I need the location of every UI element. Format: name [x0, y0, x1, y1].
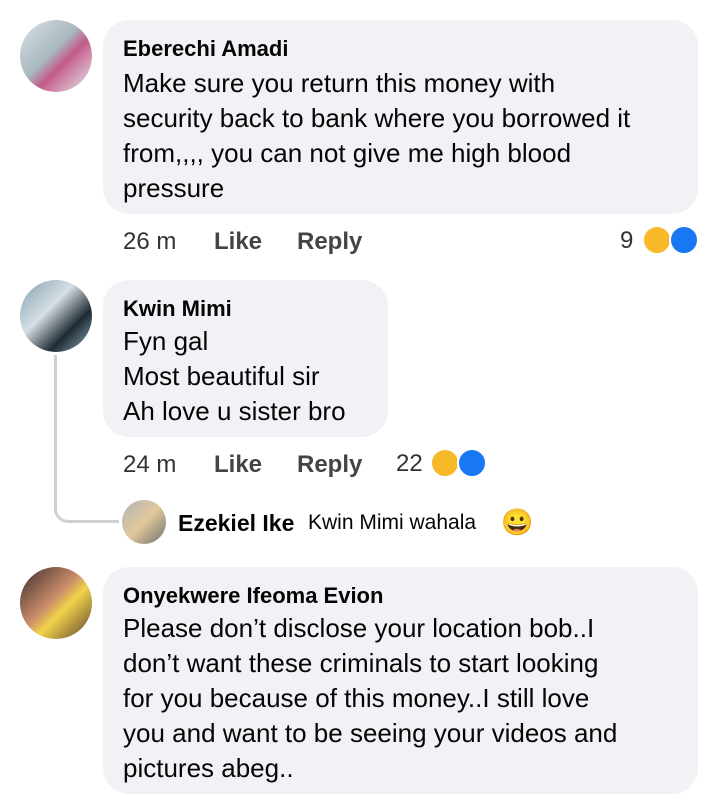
comment-author[interactable]: Eberechi Amadi — [123, 36, 288, 62]
reply-button[interactable]: Reply — [297, 228, 362, 256]
comment-bubble: Eberechi Amadi Make sure you return this… — [103, 20, 698, 214]
like-button[interactable]: Like — [214, 451, 262, 479]
avatar[interactable] — [20, 20, 92, 92]
haha-reaction-icon — [430, 448, 460, 478]
haha-reaction-icon — [642, 225, 672, 255]
comment-text-line: security back to bank where you borrowed… — [123, 103, 631, 133]
comment-text-line: Make sure you return this money with — [123, 68, 556, 98]
avatar[interactable] — [20, 280, 92, 352]
comment-text-line: pictures abeg.. — [123, 753, 294, 783]
comment-timestamp[interactable]: 24 m — [123, 451, 176, 479]
like-reaction-icon — [457, 448, 487, 478]
comment-text-line: for you because of this money..I still l… — [123, 683, 590, 713]
comment-author[interactable]: Kwin Mimi — [123, 296, 232, 322]
comment-text-line: pressure — [123, 173, 225, 203]
avatar[interactable] — [122, 500, 166, 544]
comment-text-line: don’t want these criminals to start look… — [123, 648, 599, 678]
reaction-count[interactable]: 22 — [396, 450, 423, 478]
comment-text-line: from,,,, you can not give me high blood — [123, 138, 572, 168]
avatar[interactable] — [20, 567, 92, 639]
grinning-emoji-icon: 😀 — [501, 507, 534, 537]
like-button[interactable]: Like — [214, 228, 262, 256]
comment-timestamp[interactable]: 26 m — [123, 228, 176, 256]
reaction-count[interactable]: 9 — [620, 227, 633, 255]
comment-author[interactable]: Onyekwere Ifeoma Evion — [123, 583, 383, 609]
comment-text-line: Ah love u sister bro — [123, 396, 346, 426]
comment-text-line: Fyn gal — [123, 326, 209, 356]
comment-text-line: Please don’t disclose your location bob.… — [123, 613, 595, 643]
comment-bubble: Kwin Mimi Fyn gal Most beautiful sir Ah … — [103, 280, 388, 437]
reply-text: Kwin Mimi wahala — [308, 511, 477, 534]
like-reaction-icon — [669, 225, 699, 255]
comment-bubble: Onyekwere Ifeoma Evion Please don’t disc… — [103, 567, 698, 794]
reply-author[interactable]: Ezekiel Ike — [178, 510, 294, 537]
comment-text-line: you and want to be seeing your videos an… — [123, 718, 618, 748]
comment-text-line: Most beautiful sir — [123, 361, 320, 391]
reply-button[interactable]: Reply — [297, 451, 362, 479]
